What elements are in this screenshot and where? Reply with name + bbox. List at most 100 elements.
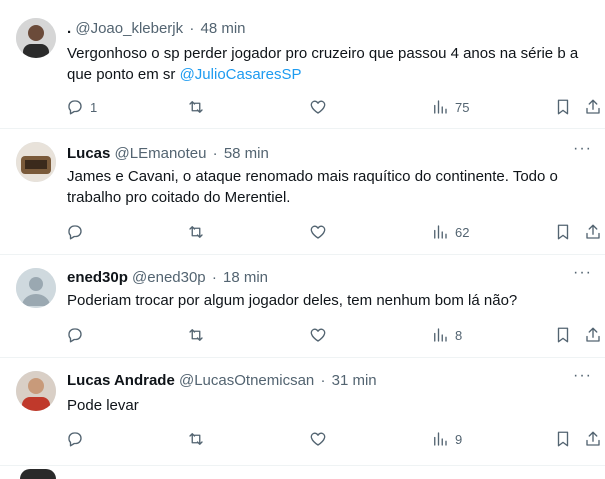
views-count: 8 (455, 327, 463, 343)
timestamp[interactable]: 18 min (223, 269, 268, 286)
bookmark-icon (557, 327, 569, 343)
heart-icon (310, 100, 326, 114)
bookmark-button[interactable] (554, 97, 572, 117)
views-button[interactable]: 75 (431, 97, 469, 117)
views-count: 75 (455, 99, 470, 115)
action-bar: 62 (0, 222, 605, 242)
reply-count: 1 (90, 99, 98, 115)
timestamp[interactable]: 48 min (200, 20, 245, 37)
tweet-text: Poderiam trocar por algum jogador deles,… (67, 290, 605, 311)
reply-icon (68, 328, 82, 343)
timestamp[interactable]: 31 min (332, 372, 377, 389)
share-icon (586, 431, 600, 446)
bookmark-button[interactable] (554, 429, 572, 449)
display-name[interactable]: . (67, 20, 71, 37)
avatar[interactable] (16, 268, 56, 308)
more-icon: ··· (573, 140, 592, 157)
analytics-icon (434, 225, 447, 239)
views-count: 9 (455, 431, 463, 447)
share-button[interactable] (584, 429, 602, 449)
more-options-button[interactable]: ··· (573, 368, 591, 389)
tweet-text: James e Cavani, o ataque renomado mais r… (67, 166, 605, 208)
display-name[interactable]: ened30p (67, 269, 128, 286)
avatar[interactable] (16, 371, 56, 411)
reply-button[interactable] (66, 325, 84, 345)
analytics-icon (434, 100, 447, 114)
retweet-button[interactable] (187, 429, 205, 449)
tweet-text-content: Poderiam trocar por algum jogador deles,… (67, 292, 518, 309)
bookmark-button[interactable] (554, 222, 572, 242)
bookmark-icon (557, 431, 569, 447)
display-name[interactable]: Lucas Andrade (67, 372, 175, 389)
avatar-image (16, 142, 56, 182)
share-button[interactable] (584, 325, 602, 345)
tweet-text-content: James e Cavani, o ataque renomado mais r… (67, 168, 558, 206)
tweet[interactable]: Lucas @LEmanoteu · 58 min ··· James e Ca… (0, 128, 605, 255)
share-icon (586, 99, 600, 114)
more-options-button[interactable]: ··· (573, 265, 591, 286)
avatar[interactable] (16, 142, 56, 182)
more-icon: ··· (573, 264, 592, 281)
share-button[interactable] (584, 222, 602, 242)
tweet-text: Pode levar (67, 395, 605, 416)
tweet-header: . @Joao_kleberjk · 48 min (67, 19, 246, 39)
retweet-icon (189, 226, 203, 238)
retweet-button[interactable] (187, 325, 205, 345)
bookmark-icon (557, 224, 569, 240)
reply-icon (68, 432, 82, 447)
tweet-header: ened30p @ened30p · 18 min (67, 268, 268, 288)
separator-dot: · (212, 145, 218, 162)
bookmark-icon (557, 99, 569, 115)
handle[interactable]: @LucasOtnemicsan (179, 372, 314, 389)
analytics-icon (434, 328, 447, 342)
next-tweet-avatar[interactable] (20, 469, 56, 479)
analytics-icon (434, 432, 447, 446)
reply-button[interactable] (66, 429, 84, 449)
tweet[interactable]: Lucas Andrade @LucasOtnemicsan · 31 min … (0, 357, 605, 466)
retweet-button[interactable] (187, 97, 205, 117)
views-button[interactable]: 8 (431, 325, 462, 345)
mention-link[interactable]: @JulioCasaresSP (180, 66, 302, 83)
avatar-image (16, 371, 56, 411)
separator-dot: · (189, 20, 195, 37)
more-icon: ··· (573, 367, 592, 384)
tweet[interactable]: ened30p @ened30p · 18 min ··· Poderiam t… (0, 254, 605, 358)
heart-icon (310, 432, 326, 446)
reply-icon (68, 225, 82, 240)
tweet-text-content: Pode levar (67, 397, 139, 414)
retweet-icon (189, 433, 203, 445)
retweet-button[interactable] (187, 222, 205, 242)
like-button[interactable] (309, 222, 327, 242)
handle[interactable]: @Joao_kleberjk (75, 20, 183, 37)
separator-dot: · (320, 372, 326, 389)
timestamp[interactable]: 58 min (224, 145, 269, 162)
display-name[interactable]: Lucas (67, 145, 110, 162)
views-count: 62 (455, 224, 470, 240)
action-bar: 8 (0, 325, 605, 345)
handle[interactable]: @ened30p (132, 269, 206, 286)
handle[interactable]: @LEmanoteu (115, 145, 207, 162)
reply-button[interactable]: 1 (66, 97, 97, 117)
action-bar: 1 75 (0, 97, 605, 117)
separator-dot: · (211, 269, 217, 286)
tweet[interactable]: . @Joao_kleberjk · 48 min Vergonhoso o s… (0, 0, 605, 129)
bookmark-button[interactable] (554, 325, 572, 345)
tweet-header: Lucas Andrade @LucasOtnemicsan · 31 min (67, 371, 377, 391)
avatar-image (16, 18, 56, 58)
views-button[interactable]: 9 (431, 429, 462, 449)
retweet-icon (189, 329, 203, 341)
reply-button[interactable] (66, 222, 84, 242)
tweet-header: Lucas @LEmanoteu · 58 min (67, 144, 269, 164)
more-options-button[interactable]: ··· (573, 141, 591, 162)
tweet-text-content: Vergonhoso o sp perder jogador pro cruze… (67, 45, 579, 83)
like-button[interactable] (309, 97, 327, 117)
reply-icon (68, 100, 82, 115)
heart-icon (310, 225, 326, 239)
like-button[interactable] (309, 429, 327, 449)
views-button[interactable]: 62 (431, 222, 469, 242)
like-button[interactable] (309, 325, 327, 345)
tweet-text: Vergonhoso o sp perder jogador pro cruze… (67, 43, 605, 85)
avatar[interactable] (16, 18, 56, 58)
share-button[interactable] (584, 97, 602, 117)
default-avatar-icon (16, 268, 56, 308)
